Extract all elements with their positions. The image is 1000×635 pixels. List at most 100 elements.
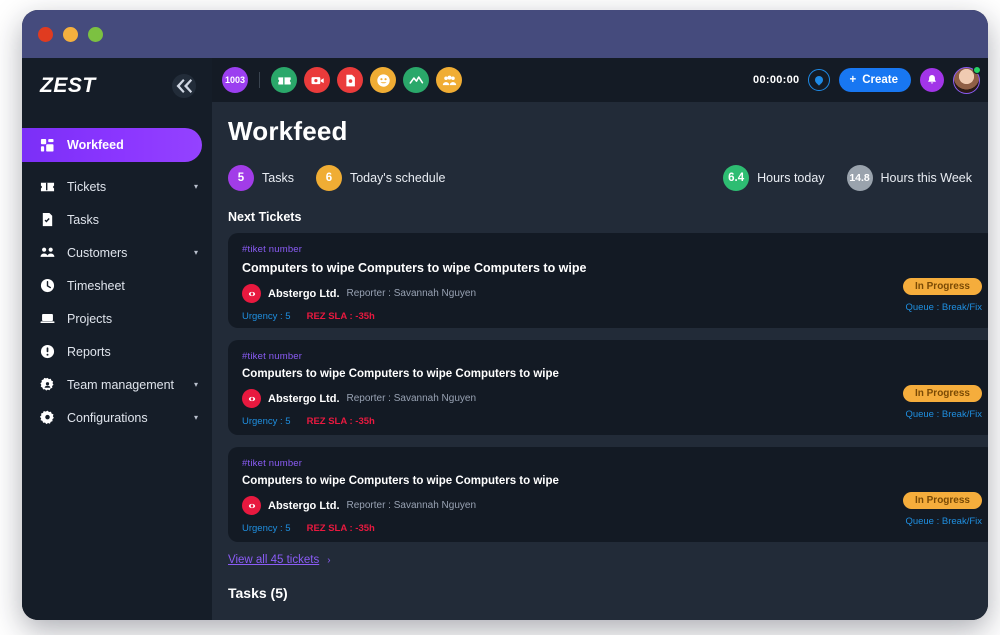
ticket-company-row: Abstergo Ltd. Reporter : Savannah Nguyen	[242, 284, 982, 303]
company-name: Abstergo Ltd.	[268, 392, 340, 405]
status-badge[interactable]: In Progress	[902, 278, 982, 295]
ticket-card[interactable]: #tiket number Computers to wipe Computer…	[228, 233, 988, 328]
sidebar-nav: Workfeed Tickets ▾ Tasks Customers ▾ Tim…	[22, 128, 212, 434]
ticket-sla: REZ SLA : -35h	[306, 311, 375, 322]
task-document-icon	[39, 211, 56, 228]
stat-label: Today's schedule	[349, 171, 446, 185]
section-title-tasks: Tasks (5)	[228, 585, 288, 601]
ticket-meta-row: Urgency : 5 REZ SLA : -35h	[242, 523, 982, 534]
company-avatar-icon	[242, 496, 261, 515]
ticket-title: Computers to wipe Computers to wipe Comp…	[242, 261, 587, 275]
view-all-tickets-link[interactable]: View all 45 tickets ›	[228, 554, 988, 566]
ticket-number: #tiket number	[242, 351, 303, 362]
stat-tasks[interactable]: 5 Tasks	[228, 165, 294, 191]
sidebar-item-label: Customers	[67, 245, 128, 260]
stat-value: 14.8	[846, 165, 873, 191]
ticket-reporter: Reporter : Savannah Nguyen	[346, 393, 477, 404]
stat-label: Hours this Week	[880, 171, 972, 185]
ticket-queue: Queue : Break/Fix	[905, 516, 982, 527]
document-chip-icon[interactable]	[337, 67, 363, 93]
stat-value: 6.4	[723, 165, 750, 191]
ticket-company-row: Abstergo Ltd. Reporter : Savannah Nguyen	[242, 496, 982, 515]
gear-user-icon	[39, 376, 56, 393]
ticket-card[interactable]: #tiket number Computers to wipe Computer…	[228, 340, 988, 435]
clock-icon	[39, 277, 56, 294]
smiley-chip-icon[interactable]	[370, 67, 396, 93]
stat-hours-this-week[interactable]: 14.8 Hours this Week	[846, 165, 972, 191]
stat-todays-schedule[interactable]: 6 Today's schedule	[315, 165, 446, 191]
chevron-double-left-icon[interactable]	[172, 74, 196, 98]
chevron-down-icon: ▾	[193, 380, 198, 389]
video-ticket-chip-icon[interactable]	[304, 67, 330, 93]
water-drop-icon[interactable]	[808, 69, 831, 91]
ticket-reporter: Reporter : Savannah Nguyen	[346, 500, 477, 511]
view-all-label: View all 45 tickets	[228, 554, 320, 566]
stat-value: 6	[315, 165, 342, 191]
ticket-number: #tiket number	[242, 244, 303, 255]
sidebar-item-timesheet[interactable]: Timesheet	[22, 269, 212, 302]
chevron-down-icon: ▾	[193, 248, 198, 257]
sidebar-item-label: Tasks	[67, 212, 99, 227]
ticket-card[interactable]: #tiket number Computers to wipe Computer…	[228, 447, 988, 542]
ticket-meta-row: Urgency : 5 REZ SLA : -35h	[242, 416, 982, 427]
ticket-meta-row: Urgency : 5 REZ SLA : -35h	[242, 311, 982, 322]
section-title-next-tickets: Next Tickets	[228, 210, 302, 224]
app-logo: ZEST	[40, 74, 96, 97]
activity-chart-chip-icon[interactable]	[403, 67, 429, 93]
sidebar-item-label: Projects	[67, 311, 113, 326]
ticket-queue: Queue : Break/Fix	[905, 302, 982, 313]
toolbar-divider	[259, 72, 260, 88]
page-title: Workfeed	[228, 116, 348, 146]
bell-icon[interactable]	[920, 68, 944, 92]
chevron-down-icon: ▾	[193, 182, 198, 191]
sidebar-item-projects[interactable]: Projects	[22, 302, 212, 335]
company-name: Abstergo Ltd.	[268, 499, 340, 512]
toolbar-right-group: 00:00:00 + Create	[753, 65, 981, 94]
ticket-urgency: Urgency : 5	[242, 416, 291, 427]
ticket-urgency: Urgency : 5	[242, 311, 291, 322]
sidebar-item-customers[interactable]: Customers ▾	[22, 236, 212, 269]
sidebar-item-team-management[interactable]: Team management ▾	[22, 368, 212, 401]
toolbar-left-group: 1003	[222, 67, 462, 93]
main-area: 1003 00:00:00 + Create Workfeed 5 Tasks …	[212, 58, 988, 620]
window-close-button[interactable]	[38, 26, 53, 42]
people-group-icon	[39, 244, 56, 261]
sidebar-item-reports[interactable]: Reports	[22, 335, 212, 368]
ticket-reporter: Reporter : Savannah Nguyen	[346, 288, 477, 299]
timer-display: 00:00:00	[753, 74, 800, 86]
content-scroll-area[interactable]: Workfeed 5 Tasks 6 Today's schedule 6.4 …	[212, 102, 988, 620]
ticket-company-row: Abstergo Ltd. Reporter : Savannah Nguyen	[242, 389, 982, 408]
ticket-list: #tiket number Computers to wipe Computer…	[228, 233, 988, 542]
laptop-icon	[39, 310, 56, 327]
counter-badge[interactable]: 1003	[222, 67, 248, 93]
sidebar-item-configurations[interactable]: Configurations ▾	[22, 401, 212, 434]
ticket-chip-icon[interactable]	[271, 67, 297, 93]
alert-circle-icon	[39, 343, 56, 360]
stat-hours-today[interactable]: 6.4 Hours today	[723, 165, 825, 191]
sidebar-item-tickets[interactable]: Tickets ▾	[22, 170, 212, 203]
ticket-number: #tiket number	[242, 458, 303, 469]
stat-label: Tasks	[262, 171, 294, 185]
window-body: ZEST Workfeed Tickets ▾ Tasks Customers …	[22, 58, 988, 620]
sidebar-item-label: Timesheet	[67, 278, 125, 293]
sidebar-item-label: Reports	[67, 344, 111, 359]
team-chip-icon[interactable]	[436, 67, 462, 93]
window-titlebar	[22, 10, 988, 58]
window-maximize-button[interactable]	[88, 26, 103, 42]
avatar[interactable]	[953, 65, 981, 94]
window-minimize-button[interactable]	[63, 26, 78, 42]
grid-dashboard-icon	[39, 137, 56, 154]
gear-icon	[39, 409, 56, 426]
create-button[interactable]: + Create	[839, 68, 911, 92]
ticket-sla: REZ SLA : -35h	[306, 416, 375, 427]
ticket-sla: REZ SLA : -35h	[306, 523, 375, 534]
app-window: ZEST Workfeed Tickets ▾ Tasks Customers …	[22, 10, 988, 620]
status-badge[interactable]: In Progress	[902, 385, 982, 402]
sidebar-item-tasks[interactable]: Tasks	[22, 203, 212, 236]
status-badge[interactable]: In Progress	[902, 492, 982, 509]
sidebar-item-workfeed[interactable]: Workfeed	[22, 128, 202, 162]
chevron-down-icon: ▾	[193, 413, 198, 422]
ticket-urgency: Urgency : 5	[242, 523, 291, 534]
stats-row: 5 Tasks 6 Today's schedule 6.4 Hours tod…	[228, 165, 988, 191]
